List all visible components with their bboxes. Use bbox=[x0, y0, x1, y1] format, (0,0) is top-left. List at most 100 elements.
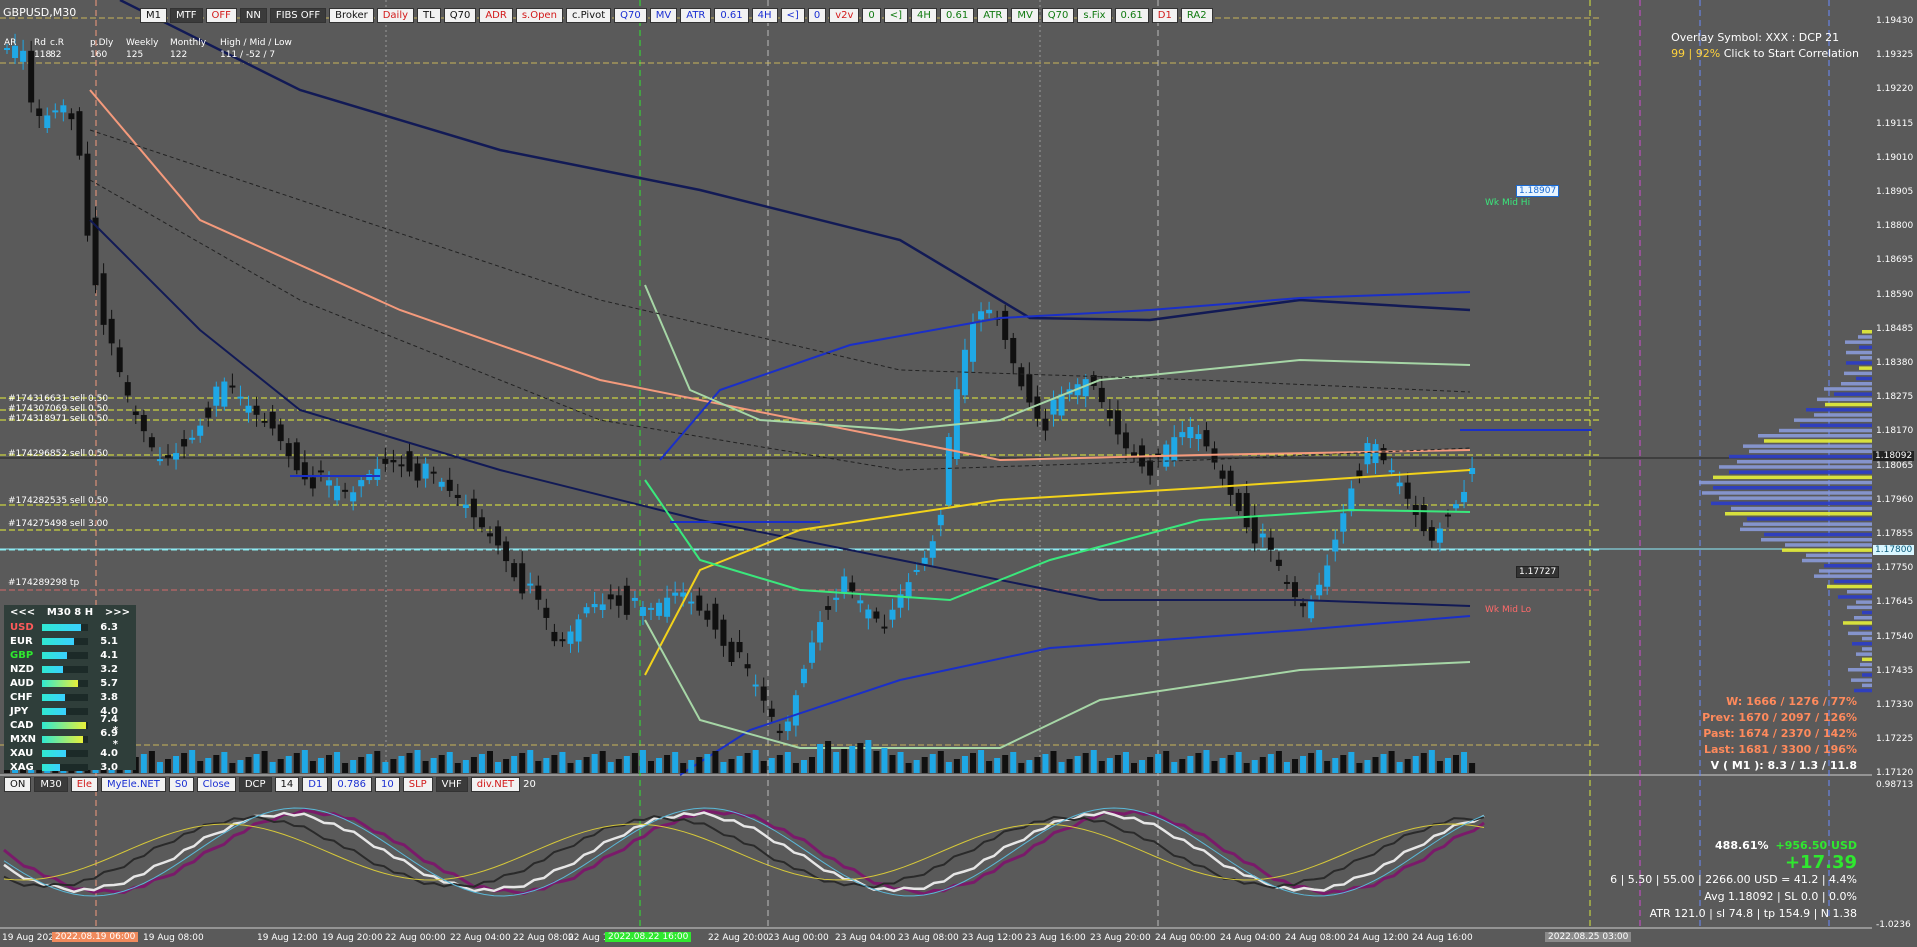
candle-body bbox=[648, 607, 654, 610]
volume-profile-bar bbox=[1859, 366, 1872, 370]
wk-mid-lo-label: Wk Mid Lo bbox=[1485, 605, 1532, 615]
toolbar-button-18[interactable]: 0 bbox=[807, 8, 827, 23]
correlation-button-text[interactable]: Click to Start Correlation bbox=[1724, 47, 1859, 60]
candle-body bbox=[1324, 565, 1331, 587]
chart-canvas[interactable] bbox=[0, 0, 1917, 947]
osc-toolbar-button-13[interactable]: div.NET bbox=[470, 777, 521, 792]
candle-body bbox=[1122, 432, 1129, 449]
currency-next-button[interactable]: >>> bbox=[105, 607, 130, 618]
volume-bar bbox=[929, 754, 936, 773]
candle-body bbox=[1348, 488, 1355, 512]
toolbar-button-14[interactable]: ATR bbox=[680, 8, 712, 23]
toolbar-button-20[interactable]: 0 bbox=[862, 8, 881, 23]
currency-value: 5.7 bbox=[100, 677, 118, 689]
osc-toolbar-button-3[interactable]: MyEle.NET bbox=[100, 777, 166, 792]
overlay-info[interactable]: Overlay Symbol: XXX : DCP 21 99 | 92% Cl… bbox=[1671, 30, 1859, 62]
toolbar-button-28[interactable]: 0.61 bbox=[1114, 8, 1149, 23]
toolbar-button-13[interactable]: MV bbox=[649, 8, 678, 23]
toolbar-button-15[interactable]: 0.61 bbox=[714, 8, 749, 23]
top-toolbar: M1 MTF OFF NN FIBS OFF Broker Daily TL Q70 ADR s.O… bbox=[140, 8, 1213, 23]
toolbar-button-10[interactable]: s.Open bbox=[515, 8, 563, 23]
osc-toolbar-button-4[interactable]: S0 bbox=[168, 777, 194, 792]
candle-body bbox=[382, 458, 389, 464]
order-label-1[interactable]: #174307069 sell 0.50 bbox=[8, 404, 108, 414]
volume-profile-bar bbox=[1862, 683, 1872, 688]
toolbar-button-8[interactable]: Q70 bbox=[443, 8, 477, 23]
candle-body bbox=[986, 309, 993, 314]
toolbar-button-24[interactable]: ATR bbox=[977, 8, 1009, 23]
toolbar-button-7[interactable]: TL bbox=[417, 8, 441, 23]
toolbar-button-0[interactable]: M1 bbox=[140, 8, 167, 23]
toolbar-button-23[interactable]: 0.61 bbox=[939, 8, 975, 23]
candle-body bbox=[205, 407, 212, 418]
volume-profile-bar bbox=[1719, 465, 1872, 469]
candle-body bbox=[277, 424, 284, 442]
toolbar-button-5[interactable]: Broker bbox=[329, 8, 374, 23]
toolbar-button-17[interactable]: <] bbox=[780, 8, 805, 23]
osc-toolbar-button-8[interactable]: D1 bbox=[302, 777, 329, 792]
candle-body bbox=[551, 631, 558, 642]
toolbar-button-9[interactable]: ADR bbox=[479, 8, 513, 23]
volume-profile-bar bbox=[1838, 595, 1872, 599]
toolbar-button-2[interactable]: OFF bbox=[205, 8, 237, 23]
toolbar-button-27[interactable]: s.Fix bbox=[1077, 8, 1112, 23]
osc-toolbar-button-6[interactable]: DCP bbox=[238, 777, 272, 792]
candle-body bbox=[672, 592, 679, 596]
osc-toolbar-button-11[interactable]: SLP bbox=[402, 777, 433, 792]
osc-toolbar-button-9[interactable]: 0.786 bbox=[331, 777, 372, 792]
currency-strength-bar bbox=[42, 763, 88, 771]
toolbar-button-3[interactable]: NN bbox=[239, 8, 267, 23]
toolbar-button-16[interactable]: 4H bbox=[751, 8, 778, 23]
order-label-3[interactable]: #174296852 sell 0.50 bbox=[8, 449, 108, 459]
toolbar-button-29[interactable]: D1 bbox=[1151, 8, 1178, 23]
osc-toolbar-button-12[interactable]: VHF bbox=[435, 777, 468, 792]
candle-body bbox=[712, 603, 719, 630]
toolbar-button-4[interactable]: FIBS OFF bbox=[269, 8, 327, 23]
candle-body bbox=[1235, 492, 1242, 512]
toolbar-button-26[interactable]: Q70 bbox=[1041, 8, 1075, 23]
order-label-4[interactable]: #174282535 sell 0.50 bbox=[8, 496, 108, 506]
currency-prev-button[interactable]: <<< bbox=[10, 607, 35, 618]
osc-toolbar-extra: 20 bbox=[523, 779, 536, 790]
toolbar-button-1[interactable]: MTF bbox=[170, 8, 203, 23]
toolbar-button-21[interactable]: <] bbox=[883, 8, 909, 23]
candle-body bbox=[623, 585, 630, 615]
volume-bar bbox=[1106, 758, 1113, 773]
chart-window[interactable]: GBPUSD,M30 M1 MTF OFF NN FIBS OFF Broker Daily… bbox=[0, 0, 1917, 947]
toolbar-button-6[interactable]: Daily bbox=[376, 8, 415, 23]
volume-profile-bar bbox=[1743, 444, 1872, 448]
candle-body bbox=[197, 425, 204, 436]
order-label-5[interactable]: #174275498 sell 3.00 bbox=[8, 519, 108, 529]
volume-bar bbox=[1002, 755, 1009, 773]
candle-body bbox=[978, 311, 985, 320]
toolbar-button-30[interactable]: RA2 bbox=[1180, 8, 1213, 23]
volume-profile-bar bbox=[1779, 428, 1872, 433]
order-label-2[interactable]: #174318971 sell 0.50 bbox=[8, 414, 108, 424]
toolbar-button-19[interactable]: v2v bbox=[829, 8, 860, 23]
candle-body bbox=[261, 420, 268, 423]
toolbar-button-11[interactable]: c.Pivot bbox=[565, 8, 612, 23]
volume-profile-bar bbox=[1814, 413, 1872, 417]
volume-profile-bar bbox=[1719, 496, 1872, 500]
price-axis[interactable] bbox=[1872, 0, 1917, 947]
volume-profile-bar bbox=[1702, 491, 1872, 495]
toolbar-button-22[interactable]: 4H bbox=[911, 8, 937, 23]
toolbar-button-25[interactable]: MV bbox=[1011, 8, 1039, 23]
osc-toolbar-button-0[interactable]: ON bbox=[4, 777, 32, 792]
osc-toolbar-button-1[interactable]: M30 bbox=[34, 777, 68, 792]
volume-bar bbox=[1267, 754, 1274, 773]
osc-toolbar-button-5[interactable]: Close bbox=[196, 777, 236, 792]
correlation-line[interactable]: 99 | 92% Click to Start Correlation bbox=[1671, 46, 1859, 62]
toolbar-button-12[interactable]: Q70 bbox=[614, 8, 647, 23]
osc-toolbar-button-10[interactable]: 10 bbox=[374, 777, 400, 792]
candle-body bbox=[108, 318, 115, 344]
volume-profile-bar bbox=[1854, 616, 1872, 620]
range-header-3: p.Dly bbox=[90, 38, 114, 48]
order-label-0[interactable]: #174316631 sell 0.50 bbox=[8, 394, 108, 404]
osc-toolbar-button-2[interactable]: Ele bbox=[70, 777, 98, 792]
candle-body bbox=[1259, 533, 1266, 538]
volume-bar bbox=[1259, 757, 1266, 773]
order-label-6[interactable]: #174289298 tp bbox=[8, 578, 79, 588]
candle-body bbox=[913, 569, 920, 572]
osc-toolbar-button-7[interactable]: 14 bbox=[274, 777, 300, 792]
